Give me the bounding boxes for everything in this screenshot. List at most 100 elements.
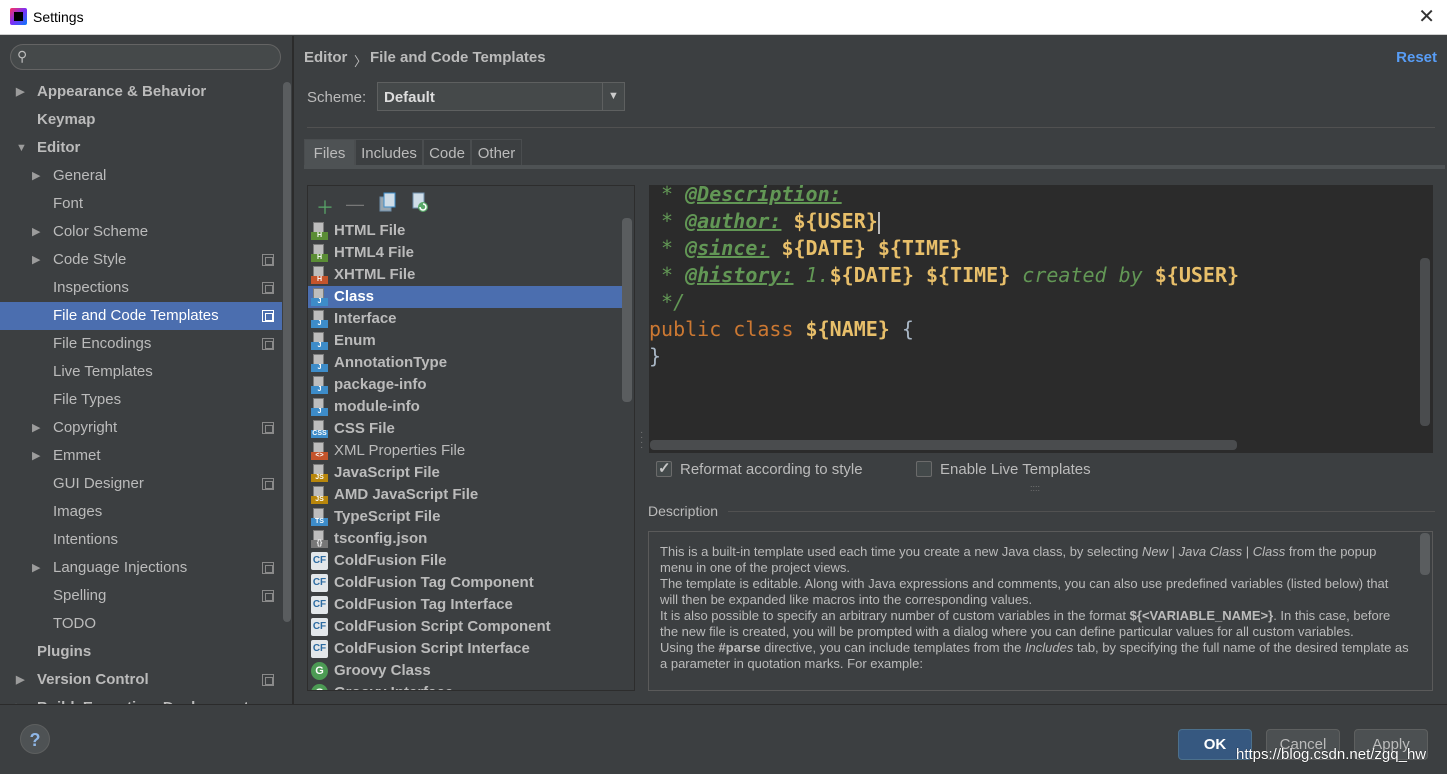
sidebar-item-spelling[interactable]: Spelling [0, 582, 292, 610]
tab-includes[interactable]: Includes [355, 139, 423, 166]
template-item-interface[interactable]: J Interface [308, 308, 622, 330]
tab-other[interactable]: Other [471, 139, 522, 166]
template-item-amd-javascript-file[interactable]: JS AMD JavaScript File [308, 484, 622, 506]
template-item-xhtml-file[interactable]: H XHTML File [308, 264, 622, 286]
sidebar-item-label: General [53, 167, 107, 184]
search-input[interactable]: ⚲ [10, 44, 281, 70]
template-item-javascript-file[interactable]: JS JavaScript File [308, 462, 622, 484]
tab-files[interactable]: Files [304, 139, 355, 166]
template-item-css-file[interactable]: CSS CSS File [308, 418, 622, 440]
scheme-value: Default [384, 89, 435, 106]
sidebar-item-label: Inspections [53, 279, 129, 296]
description-scrollbar[interactable] [1420, 533, 1430, 575]
template-item-groovy-class[interactable]: G Groovy Class [308, 660, 622, 682]
splitter-handle[interactable]: · · · · [640, 428, 644, 453]
sidebar-item-inspections[interactable]: Inspections [0, 274, 292, 302]
sidebar-item-appearance-behavior[interactable]: ▶ Appearance & Behavior [0, 78, 292, 106]
chevron-right-icon[interactable]: ▶ [32, 414, 40, 442]
sidebar-item-file-types[interactable]: File Types [0, 386, 292, 414]
template-item-typescript-file[interactable]: TS TypeScript File [308, 506, 622, 528]
template-item-tsconfig-json[interactable]: {} tsconfig.json [308, 528, 622, 550]
template-item-coldfusion-script-component[interactable]: CF ColdFusion Script Component [308, 616, 622, 638]
template-item-module-info[interactable]: Jmodule-info [308, 396, 622, 418]
template-item-html4-file[interactable]: H HTML4 File [308, 242, 622, 264]
reset-to-default-icon[interactable] [410, 192, 432, 219]
java-file-icon: J [311, 310, 328, 328]
sidebar-item-language-injections[interactable]: ▶ Language Injections [0, 554, 292, 582]
sidebar-item-images[interactable]: Images [0, 498, 292, 526]
sidebar-item-label: Appearance & Behavior [37, 83, 207, 100]
help-button[interactable]: ? [20, 724, 50, 754]
sidebar-item-intentions[interactable]: Intentions [0, 526, 292, 554]
template-item-coldfusion-tag-interface[interactable]: CF ColdFusion Tag Interface [308, 594, 622, 616]
sidebar-scrollbar[interactable] [282, 36, 292, 704]
template-item-html-file[interactable]: H HTML File [308, 220, 622, 242]
template-item-coldfusion-file[interactable]: CF ColdFusion File [308, 550, 622, 572]
template-variable: ${TIME} [925, 263, 1011, 287]
sidebar-item-editor[interactable]: ▼ Editor [0, 134, 292, 162]
list-scrollbar[interactable] [622, 218, 632, 402]
chevron-right-icon[interactable]: ▶ [32, 218, 40, 246]
add-icon[interactable]: ＋ [316, 194, 334, 220]
search-icon: ⚲ [17, 48, 28, 64]
sidebar-item-live-templates[interactable]: Live Templates [0, 358, 292, 386]
sidebar-item-general[interactable]: ▶ General [0, 162, 292, 190]
chevron-right-icon[interactable]: ▶ [32, 162, 40, 190]
template-item-coldfusion-script-interface[interactable]: CF ColdFusion Script Interface [308, 638, 622, 660]
template-item-package-info[interactable]: Jpackage-info [308, 374, 622, 396]
chevron-right-icon[interactable]: ▶ [16, 666, 24, 694]
remove-icon[interactable]: — [346, 194, 364, 215]
sidebar-item-build-execution-deployment[interactable]: ▶ Build, Execution, Deployment [0, 694, 292, 704]
chevron-right-icon[interactable]: ▶ [16, 78, 24, 106]
template-item-enum[interactable]: J Enum [308, 330, 622, 352]
template-item-groovy-interface[interactable]: G Groovy Interface [308, 682, 622, 690]
description-paragraph: The template is editable. Along with Jav… [660, 576, 1389, 607]
templates-list: H HTML File H HTML4 File H XHTML File J Class J I… [308, 220, 622, 690]
copy-icon[interactable] [378, 192, 398, 219]
scheme-select[interactable]: Default ▼ [377, 82, 625, 111]
editor-vertical-scrollbar[interactable] [1420, 258, 1430, 426]
chevron-down-icon[interactable]: ▼ [16, 134, 27, 162]
live-templates-checkbox[interactable] [916, 461, 932, 477]
sidebar-item-plugins[interactable]: Plugins [0, 638, 292, 666]
sidebar-item-font[interactable]: Font [0, 190, 292, 218]
template-item-class[interactable]: J Class [308, 286, 622, 308]
template-item-coldfusion-tag-component[interactable]: CF ColdFusion Tag Component [308, 572, 622, 594]
chevron-right-icon[interactable]: ▶ [16, 694, 24, 704]
resize-grip-icon[interactable]: :::: [1030, 483, 1040, 493]
sidebar-item-todo[interactable]: TODO [0, 610, 292, 638]
xml-file-icon: <> [311, 442, 328, 460]
template-item-xml-properties-file[interactable]: <> XML Properties File [308, 440, 622, 462]
editor-horizontal-scrollbar[interactable] [650, 440, 1237, 450]
sidebar-item-gui-designer[interactable]: GUI Designer [0, 470, 292, 498]
sidebar-item-version-control[interactable]: ▶ Version Control [0, 666, 292, 694]
sidebar-item-color-scheme[interactable]: ▶ Color Scheme [0, 218, 292, 246]
text-caret [877, 211, 880, 234]
template-name: Enum [334, 332, 376, 349]
chevron-right-icon[interactable]: ▶ [32, 442, 40, 470]
sidebar-item-copyright[interactable]: ▶ Copyright [0, 414, 292, 442]
reset-link[interactable]: Reset [1396, 49, 1437, 66]
sidebar-item-emmet[interactable]: ▶ Emmet [0, 442, 292, 470]
splitter[interactable] [292, 36, 294, 704]
close-icon[interactable]: ✕ [1418, 4, 1435, 29]
chevron-right-icon[interactable]: ▶ [32, 246, 40, 274]
template-name: AnnotationType [334, 354, 448, 371]
project-settings-icon [262, 674, 274, 686]
template-name: HTML File [334, 222, 406, 239]
sidebar-item-file-and-code-templates[interactable]: File and Code Templates [0, 302, 292, 330]
reformat-checkbox[interactable] [656, 459, 672, 477]
sidebar-item-keymap[interactable]: Keymap [0, 106, 292, 134]
template-item-annotationtype[interactable]: J AnnotationType [308, 352, 622, 374]
project-settings-icon [262, 254, 274, 266]
description-paragraph: It is also possible to specify an arbitr… [660, 608, 1391, 639]
watermark: https://blog.csdn.net/zgq_hw [1236, 746, 1427, 763]
template-code-editor[interactable]: * @Description: * @author: ${USER} * @si… [649, 185, 1433, 453]
html-file-icon: H [311, 266, 328, 284]
tab-code[interactable]: Code [423, 139, 471, 166]
sidebar-item-code-style[interactable]: ▶ Code Style [0, 246, 292, 274]
window-title: Settings [33, 9, 84, 25]
sidebar-item-file-encodings[interactable]: File Encodings [0, 330, 292, 358]
chevron-right-icon[interactable]: ▶ [32, 554, 40, 582]
template-name: Interface [334, 310, 397, 327]
